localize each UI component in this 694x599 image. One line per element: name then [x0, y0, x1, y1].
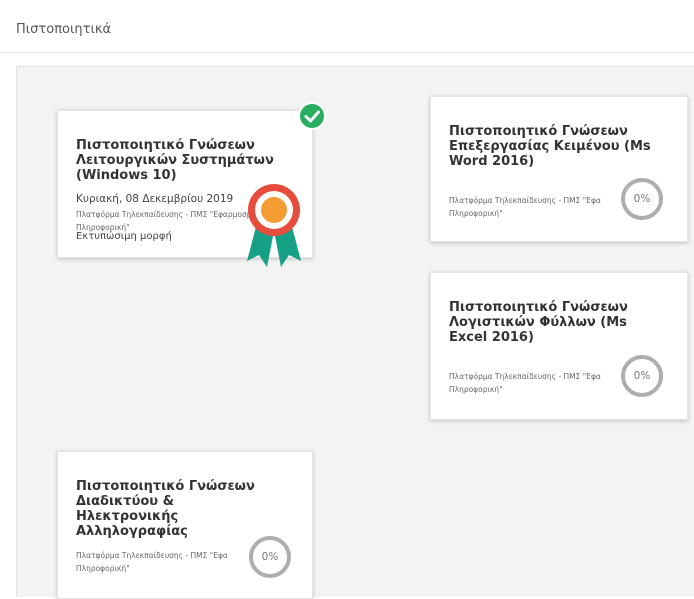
certificate-card-word[interactable]: Πιστοποιητικό Γνώσεων Επεξεργασίας Κειμέ…: [430, 96, 688, 242]
progress-ring: 0%: [621, 355, 663, 397]
print-link[interactable]: Εκτυπώσιμη μορφή: [76, 231, 172, 242]
certificate-title: Πιστοποιητικό Γνώσεων Λογιστικών Φύλλων …: [449, 300, 628, 345]
progress-ring: 0%: [249, 536, 291, 578]
certificate-date: Κυριακή, 08 Δεκεμβρίου 2019: [76, 193, 234, 205]
certificates-area: Πιστοποιητικό Γνώσεων Λειτουργικών Συστη…: [16, 66, 694, 599]
certificate-title: Πιστοποιητικό Γνώσεων Διαδικτύου & Ηλεκτ…: [76, 479, 255, 539]
award-rosette-icon: [247, 184, 301, 267]
certificate-platform: Πλατφόρμα Τηλεκπαίδευσης - ΠΜΣ "Εφα Πληρ…: [449, 372, 601, 394]
progress-ring: 0%: [621, 178, 663, 220]
certificate-card-excel[interactable]: Πιστοποιητικό Γνώσεων Λογιστικών Φύλλων …: [430, 272, 688, 420]
certificate-card-windows[interactable]: Πιστοποιητικό Γνώσεων Λειτουργικών Συστη…: [57, 102, 326, 267]
check-circle-icon: [298, 102, 326, 130]
certificate-title: Πιστοποιητικό Γνώσεων Επεξεργασίας Κειμέ…: [449, 124, 651, 169]
certificate-platform: Πλατφόρμα Τηλεκπαίδευσης - ΠΜΣ "Εφα Πληρ…: [76, 551, 228, 573]
page-title: Πιστοποιητικά: [16, 22, 112, 37]
page-header: Πιστοποιητικά: [0, 0, 694, 53]
certificate-platform: Πλατφόρμα Τηλεκπαίδευσης - ΠΜΣ "Εφα Πληρ…: [449, 196, 601, 218]
certificate-title: Πιστοποιητικό Γνώσεων Λειτουργικών Συστη…: [76, 138, 274, 183]
certificate-card-internet[interactable]: Πιστοποιητικό Γνώσεων Διαδικτύου & Ηλεκτ…: [57, 451, 313, 599]
